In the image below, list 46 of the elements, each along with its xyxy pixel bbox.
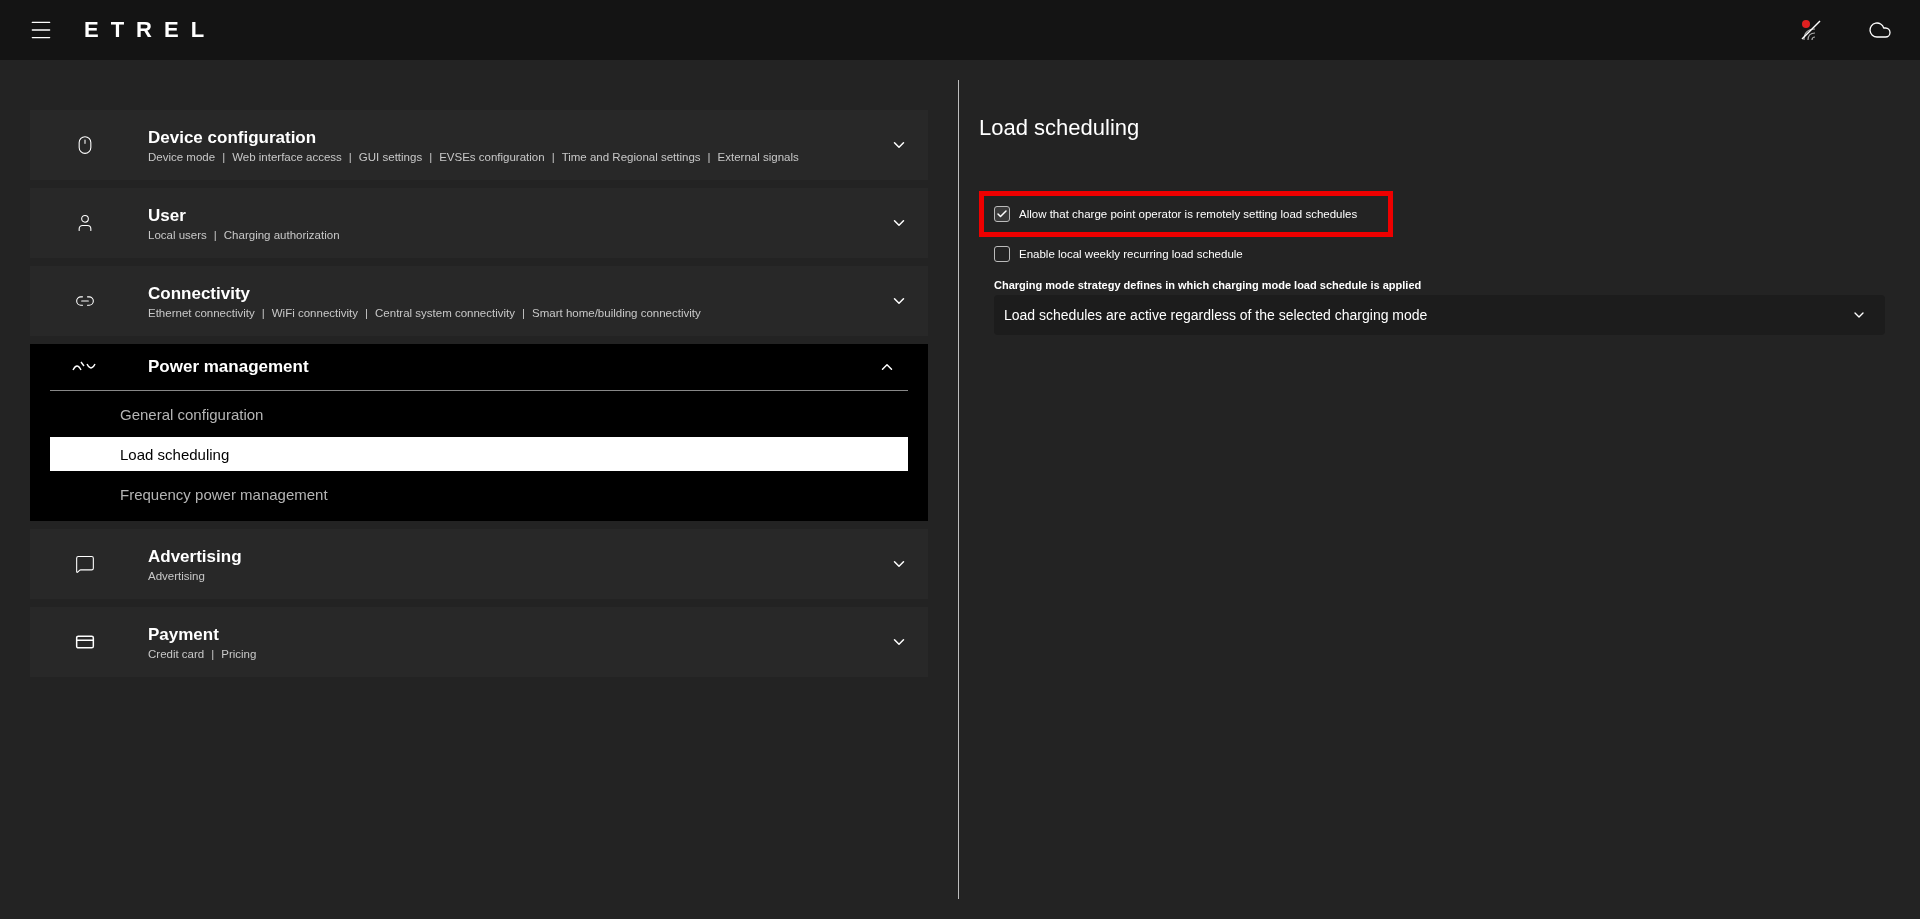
section-title[interactable]: Payment [148, 624, 890, 645]
section-link[interactable]: Credit card [148, 647, 205, 660]
section-link[interactable]: Time and Regional settings [561, 150, 701, 163]
section-title[interactable]: Power management [148, 357, 878, 377]
checkbox[interactable] [994, 246, 1010, 262]
checkbox[interactable] [994, 206, 1010, 222]
section-link[interactable]: Local users [148, 228, 207, 241]
section-title[interactable]: Advertising [148, 546, 890, 567]
submenu-item[interactable]: Frequency power management [50, 477, 908, 511]
submenu-item[interactable]: Load scheduling [50, 437, 908, 471]
checkbox-label: Enable local weekly recurring load schedule [1019, 248, 1243, 260]
submenu-item[interactable]: General configuration [50, 397, 908, 431]
section-link[interactable]: EVSEs configuration [439, 150, 545, 163]
signal-off-icon[interactable] [1800, 19, 1822, 41]
section-link[interactable]: Charging authorization [223, 228, 340, 241]
section-link[interactable]: Central system connectivity [375, 306, 515, 319]
section-title[interactable]: Connectivity [148, 283, 890, 304]
separator: | [365, 306, 369, 319]
section-title[interactable]: Device configuration [148, 127, 890, 148]
section-link[interactable]: Web interface access [232, 150, 342, 163]
separator: | [429, 150, 433, 163]
separator: | [522, 306, 525, 319]
section-link[interactable]: Advertising [148, 569, 205, 582]
credit-card-icon [75, 632, 95, 652]
section-link[interactable]: Ethernet connectivity [148, 306, 255, 319]
checkbox-label: Allow that charge point operator is remotely setting load schedules [1019, 208, 1358, 220]
section-link[interactable]: WiFi connectivity [271, 306, 359, 319]
separator: | [348, 150, 352, 163]
logo: ETREL [84, 17, 217, 43]
section-title[interactable]: User [148, 205, 890, 226]
separator: | [551, 150, 555, 163]
section-link[interactable]: GUI settings [358, 150, 423, 163]
speech-bubble-icon [75, 554, 95, 574]
dropdown[interactable]: Load schedules are active regardless of the selected charging mode [994, 295, 1885, 335]
separator: | [213, 228, 217, 241]
separator: | [211, 647, 215, 660]
check-icon [996, 208, 1008, 220]
separator: | [222, 150, 226, 163]
field-label: Charging mode strategy defines in which charging mode load schedule is applied [994, 279, 1423, 291]
section-link[interactable]: Pricing [221, 647, 257, 660]
section-link[interactable]: External signals [717, 150, 799, 163]
separator: | [707, 150, 711, 163]
separator: | [261, 306, 265, 319]
section-link[interactable]: Device mode [148, 150, 216, 163]
section-link[interactable]: Smart home/building connectivity [532, 306, 701, 319]
page-title: Load scheduling [979, 115, 1141, 141]
